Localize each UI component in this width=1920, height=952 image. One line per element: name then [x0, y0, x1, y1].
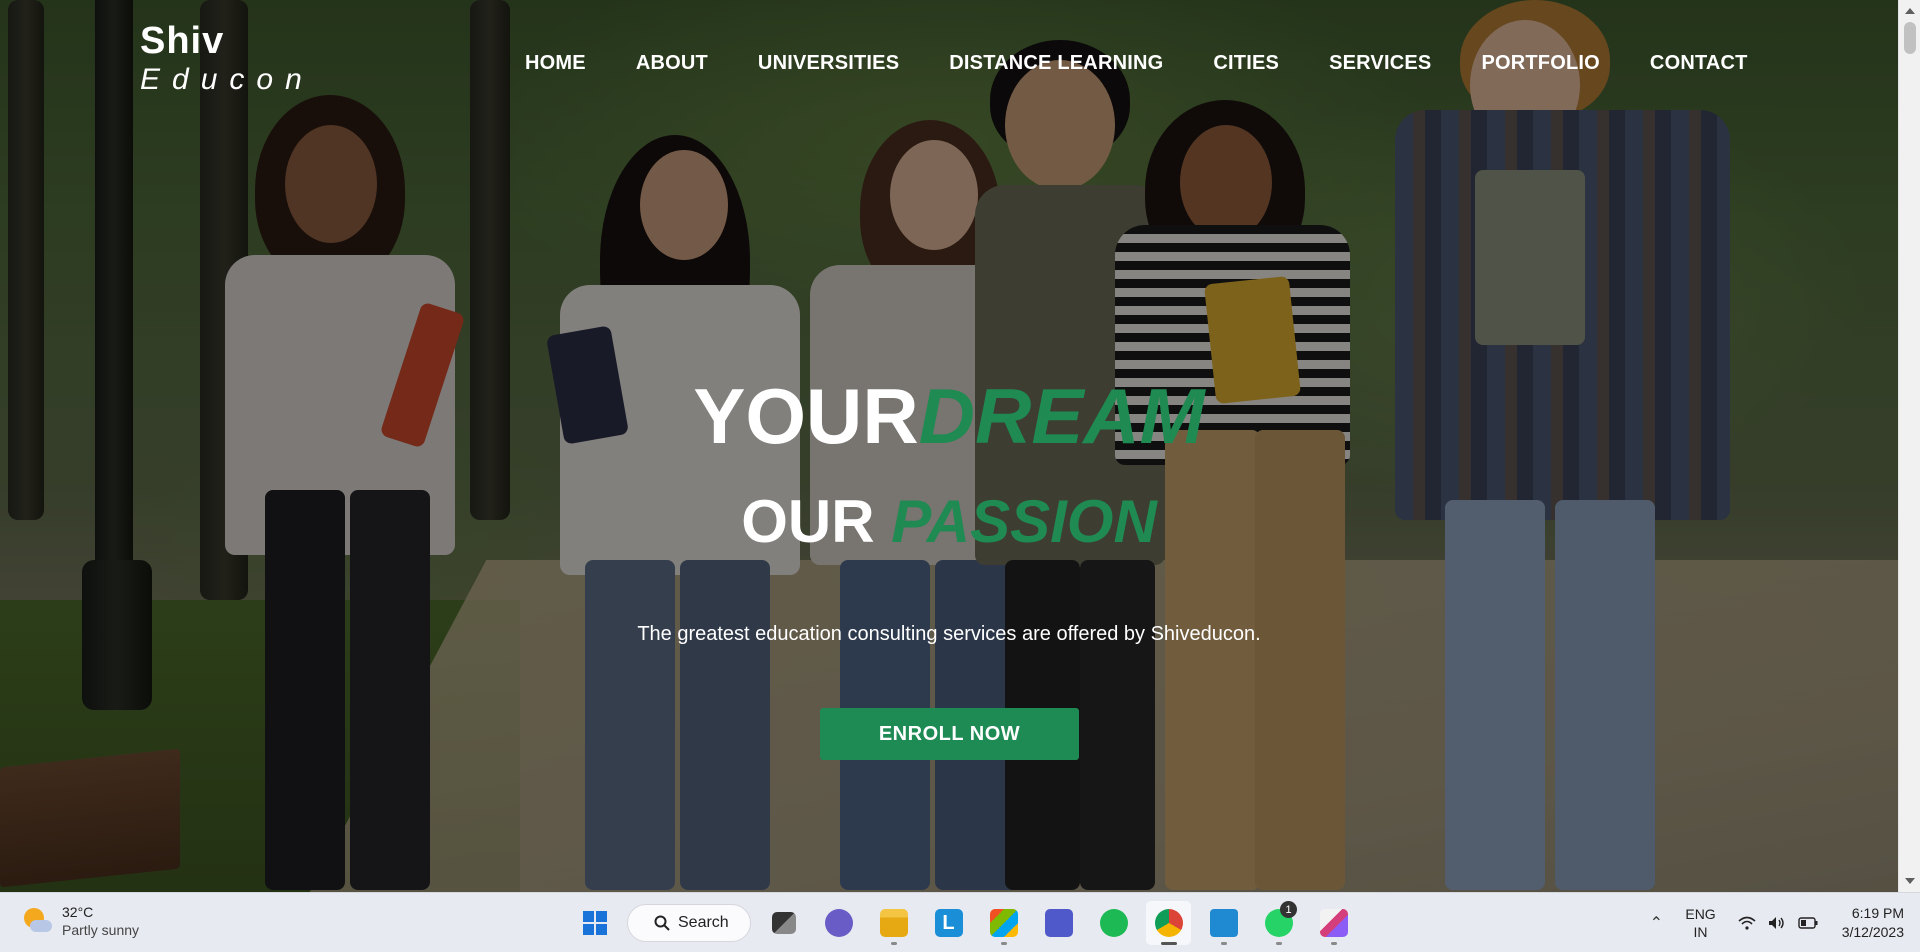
volume-icon [1768, 917, 1784, 929]
language-code: ENG [1685, 906, 1716, 922]
language-indicator[interactable]: ENG IN [1685, 905, 1715, 941]
hero-tagline: The greatest education consulting servic… [637, 623, 1261, 645]
hero-subheadline-plain: OUR [741, 488, 892, 555]
l-app-icon: L [934, 909, 963, 937]
taskbar-apps: Search L 1 [572, 901, 1356, 945]
snipping-tool-button[interactable] [1311, 901, 1356, 945]
nav-universities[interactable]: UNIVERSITIES [758, 52, 899, 75]
task-view-button[interactable] [761, 901, 806, 945]
notification-badge: 1 [1280, 901, 1297, 918]
battery-icon [1798, 917, 1818, 929]
folder-icon [879, 909, 908, 937]
nav-home[interactable]: HOME [525, 52, 586, 75]
task-view-icon [771, 912, 796, 934]
hero-headline: YOURDREAM [0, 372, 1898, 460]
search-label: Search [678, 914, 729, 931]
nav-contact[interactable]: CONTACT [1650, 52, 1748, 75]
taskbar-search[interactable]: Search [627, 904, 751, 942]
chat-button[interactable] [816, 901, 861, 945]
brand-logo[interactable]: Shiv Educon [140, 20, 314, 98]
search-icon [654, 915, 670, 931]
partly-sunny-icon [22, 906, 52, 936]
scroll-up-arrow-icon[interactable] [1905, 8, 1915, 14]
brand-subname: Educon [140, 63, 314, 96]
hero-section: Shiv Educon HOME ABOUT UNIVERSITIES DIST… [0, 0, 1898, 892]
file-explorer-button[interactable] [871, 901, 916, 945]
wifi-icon [1738, 916, 1756, 930]
main-nav: HOME ABOUT UNIVERSITIES DISTANCE LEARNIN… [525, 52, 1748, 75]
teams-button[interactable] [1036, 901, 1081, 945]
region-code: IN [1693, 924, 1708, 940]
weather-temp: 32°C [62, 904, 94, 920]
tray-icons[interactable] [1738, 916, 1818, 930]
vscode-icon [1209, 909, 1238, 937]
vscode-button[interactable] [1201, 901, 1246, 945]
chrome-button[interactable] [1146, 901, 1191, 945]
nav-about[interactable]: ABOUT [636, 52, 708, 75]
snipping-tool-icon [1319, 909, 1348, 937]
windows-start-icon [582, 911, 607, 935]
scroll-down-arrow-icon[interactable] [1905, 878, 1915, 884]
nav-services[interactable]: SERVICES [1329, 52, 1431, 75]
hero-headline-plain: YOUR [693, 372, 919, 460]
weather-widget[interactable]: 32°C Partly sunny [22, 903, 139, 939]
hero-subheadline-accent: PASSION [891, 488, 1157, 555]
show-hidden-icons-chevron-icon[interactable]: ⌃ [1641, 913, 1671, 933]
hero-headline-accent: DREAM [918, 372, 1205, 460]
store-button[interactable] [981, 901, 1026, 945]
system-tray: ⌃ ENG IN 6:19 PM 3/12/2023 [1641, 893, 1920, 952]
teams-icon [1044, 909, 1073, 937]
store-icon [989, 909, 1018, 937]
page-scrollbar[interactable] [1898, 0, 1920, 892]
nav-cities[interactable]: CITIES [1213, 52, 1279, 75]
l-app-button[interactable]: L [926, 901, 971, 945]
start-button[interactable] [572, 901, 617, 945]
nav-distance-learning[interactable]: DISTANCE LEARNING [949, 52, 1163, 75]
clock-date: 3/12/2023 [1841, 924, 1904, 940]
chrome-icon [1154, 909, 1183, 937]
nav-portfolio[interactable]: PORTFOLIO [1481, 52, 1599, 75]
enroll-now-button[interactable]: ENROLL NOW [820, 708, 1079, 760]
clock[interactable]: 6:19 PM 3/12/2023 [1842, 904, 1904, 942]
whatsapp-button[interactable]: 1 [1256, 901, 1301, 945]
spotify-icon [1099, 909, 1128, 937]
chat-icon [824, 909, 853, 937]
clock-time: 6:19 PM [1851, 905, 1904, 921]
hero-subheadline: OUR PASSION [0, 487, 1898, 557]
scroll-thumb[interactable] [1904, 22, 1916, 54]
brand-name: Shiv [140, 20, 225, 62]
weather-condition: Partly sunny [62, 922, 140, 938]
taskbar: 32°C Partly sunny Search L 1 ⌃ ENG IN 6:… [0, 892, 1920, 952]
spotify-button[interactable] [1091, 901, 1136, 945]
